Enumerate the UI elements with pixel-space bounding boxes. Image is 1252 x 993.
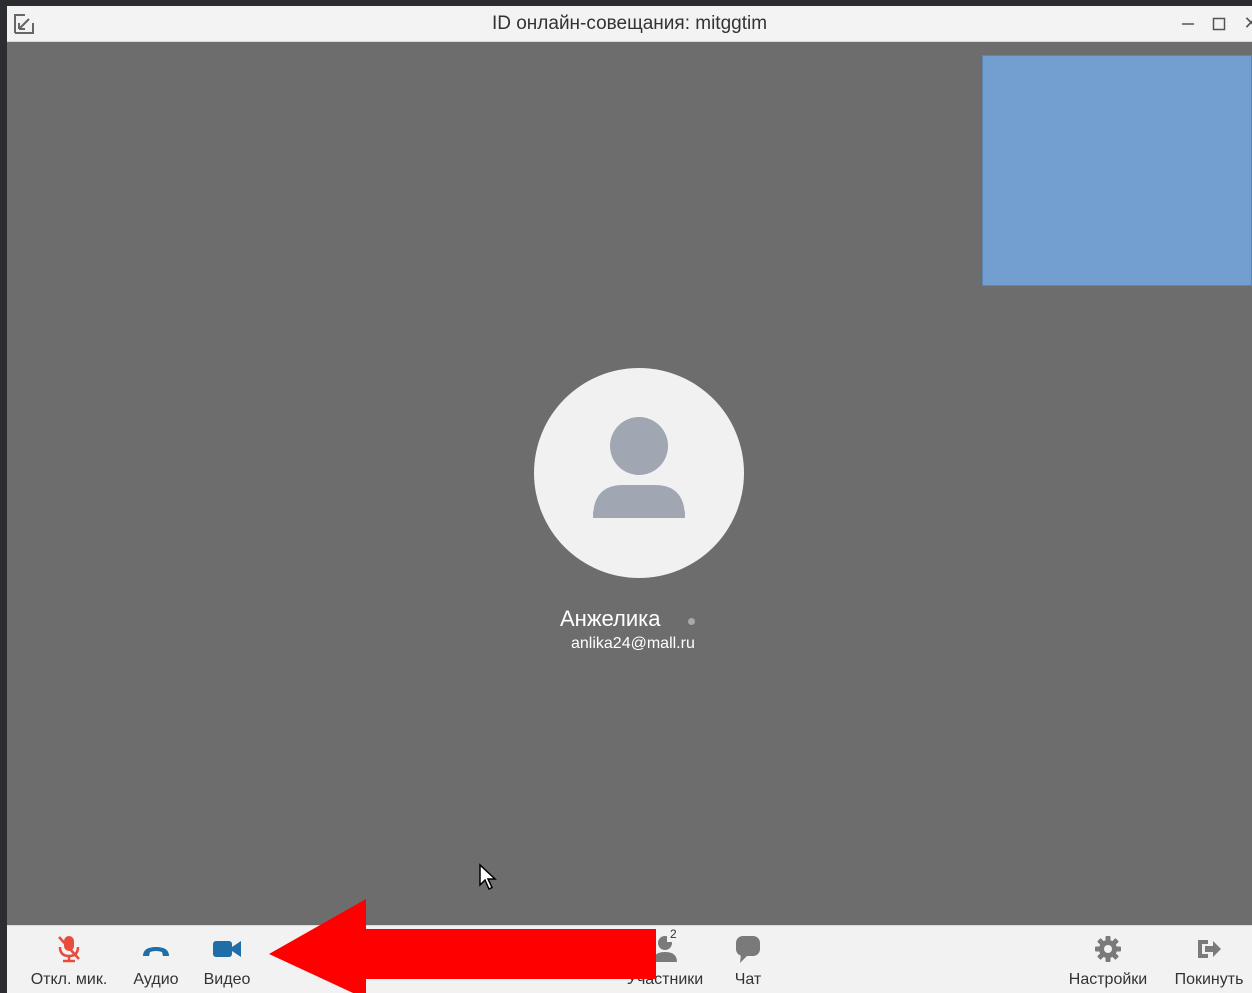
mute-button[interactable]: Откл. мик. <box>21 926 117 993</box>
leave-button[interactable]: Покинуть <box>1169 926 1249 993</box>
chat-label: Чат <box>734 971 762 988</box>
participant-email: anlika24@mall.ru <box>571 635 695 652</box>
close-button[interactable]: ✕ <box>1238 6 1252 41</box>
gear-icon <box>1095 936 1121 962</box>
mouse-cursor-icon <box>479 863 497 891</box>
maximize-button[interactable] <box>1206 6 1232 41</box>
participant-avatar <box>534 368 744 578</box>
minimize-icon <box>1182 22 1194 25</box>
window-title: ID онлайн-совещания: mitggtim <box>491 13 768 34</box>
exit-icon <box>1198 940 1221 958</box>
settings-button[interactable]: Настройки <box>1061 926 1155 993</box>
minimize-button[interactable] <box>1175 6 1201 41</box>
maximize-icon <box>1212 17 1226 30</box>
phone-icon <box>143 947 169 956</box>
title-bar: ID онлайн-совещания: mitggtim ✕ <box>7 6 1252 42</box>
chat-button[interactable]: Чат <box>723 926 773 993</box>
close-icon: ✕ <box>1243 13 1252 33</box>
meeting-window: ID онлайн-совещания: mitggtim ✕ Анжелика… <box>7 6 1252 993</box>
leave-label: Покинуть <box>1174 971 1244 988</box>
settings-label: Настройки <box>1068 971 1148 988</box>
video-button[interactable]: Видео <box>195 926 259 993</box>
status-indicator <box>688 618 695 625</box>
person-silhouette-icon <box>593 417 685 518</box>
mute-label: Откл. мик. <box>30 971 108 988</box>
participant-name: Анжелика <box>560 606 661 631</box>
audio-label: Аудио <box>133 971 179 988</box>
annotation-arrow <box>269 899 656 993</box>
microphone-off-icon <box>58 936 80 963</box>
audio-button[interactable]: Аудио <box>125 926 187 993</box>
video-camera-icon <box>213 941 241 957</box>
video-label: Видео <box>203 971 251 988</box>
self-video-preview[interactable] <box>982 55 1252 286</box>
chat-bubble-icon <box>736 936 760 963</box>
